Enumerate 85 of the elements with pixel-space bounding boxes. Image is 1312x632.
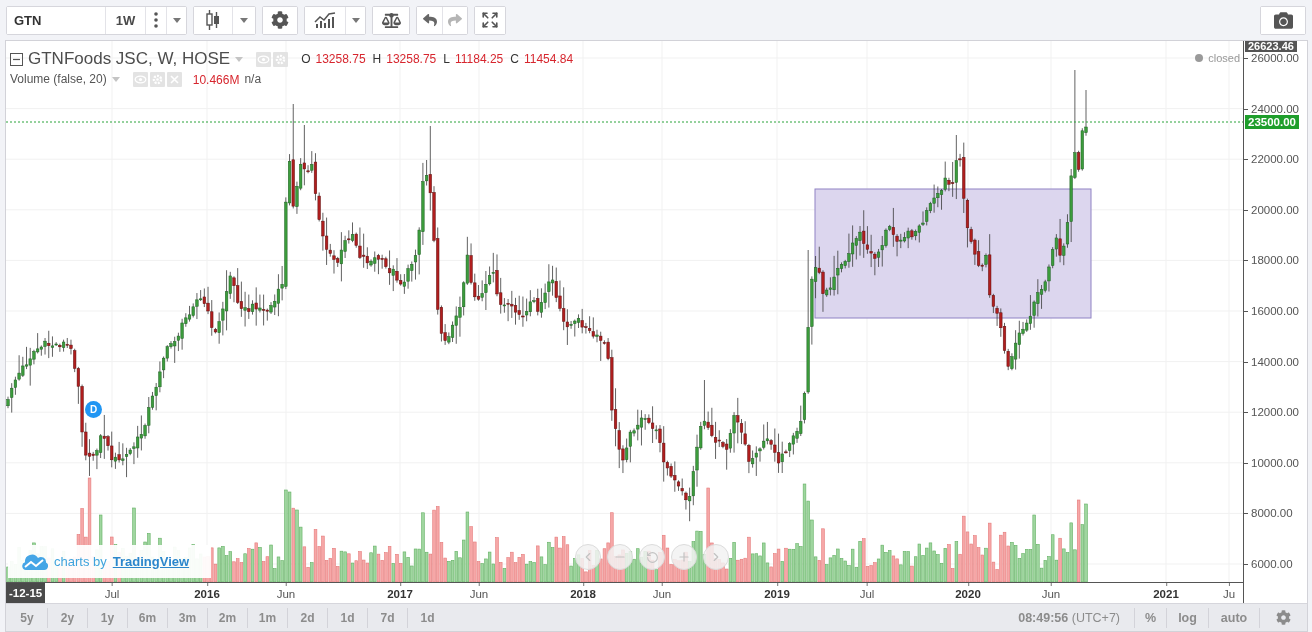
price-axis-label: 8000.00 (1244, 507, 1293, 521)
caret-icon[interactable] (111, 77, 120, 82)
price-axis-label: 26000.00 (1244, 52, 1299, 65)
redo-icon (448, 13, 462, 27)
attribution-text: charts by (54, 554, 107, 569)
range-button[interactable]: 6m (127, 607, 167, 628)
price-axis-label: 12000.00 (1244, 406, 1299, 420)
ohlc-value: 13258.75 (386, 52, 437, 66)
gear-icon (271, 11, 289, 29)
price-axis-label: 16000.00 (1244, 305, 1299, 318)
ohlc-label: L (443, 52, 450, 66)
collapse-icon[interactable] (10, 52, 23, 66)
ohlc-label: C (510, 52, 519, 66)
time-axis-label: 2017 (387, 583, 413, 601)
caret-icon[interactable] (235, 56, 244, 62)
settings-button[interactable] (263, 6, 297, 34)
price-axis-label: 14000.00 (1244, 355, 1299, 369)
high-price-label: 26623.46 (1245, 41, 1297, 52)
cursor-date-label: -12-15 (6, 583, 46, 603)
range-button[interactable]: 1m (247, 607, 287, 628)
indicator-note: n/a (244, 72, 262, 87)
scroll-left-button[interactable] (575, 544, 601, 570)
time-axis-label: Jul (104, 583, 120, 601)
scale-option-button[interactable]: % (1134, 607, 1166, 628)
caret-icon (351, 17, 360, 23)
scale-option-button[interactable]: log (1166, 607, 1208, 628)
candlestick-icon (206, 10, 220, 30)
screenshot-button[interactable] (1261, 6, 1305, 34)
price-axis-label: 22000.00 (1244, 153, 1299, 167)
range-button[interactable]: 1d (407, 607, 447, 628)
price-axis-label: 20000.00 (1244, 203, 1299, 217)
range-button[interactable]: 1y (87, 607, 127, 628)
time-axis-label: Jun (1041, 583, 1061, 601)
highlight-rectangle[interactable] (814, 188, 1092, 319)
ohlc-label: O (301, 52, 311, 66)
reset-icon (645, 550, 659, 564)
camera-icon (1273, 10, 1293, 30)
price-axis-label: 10000.00 (1244, 456, 1299, 470)
compare-button[interactable] (373, 6, 409, 34)
range-button[interactable]: 2y (47, 607, 87, 628)
ohlc-label: H (372, 52, 382, 66)
scale-option-button[interactable]: auto (1208, 607, 1259, 628)
timezone-button[interactable]: 08:49:56 (UTC+7) (1018, 607, 1134, 628)
chart-bars-icon (314, 12, 336, 28)
price-axis-label: 18000.00 (1244, 254, 1299, 268)
time-axis-label: Jun (276, 583, 296, 601)
range-button[interactable]: 5y (7, 607, 47, 628)
series-title: GTNFoods JSC, W, HOSE (28, 49, 231, 69)
time-axis-label: 2016 (194, 583, 220, 601)
range-button[interactable]: 2m (207, 607, 247, 628)
time-axis-label: 2019 (764, 583, 790, 601)
attribution-link[interactable]: TradingView (112, 554, 190, 569)
time-axis-label: Jun (652, 583, 672, 601)
market-status: closed (1208, 52, 1240, 64)
price-axis-label: 6000.00 (1244, 558, 1293, 571)
time-axis-label: 2018 (570, 583, 596, 601)
dividend-marker[interactable]: D (85, 401, 102, 418)
range-button[interactable]: 2d (287, 607, 327, 628)
price-axis-label: 24000.00 (1244, 102, 1299, 116)
wave-logo-icon[interactable] (22, 553, 48, 570)
time-axis-label: Jul (859, 583, 875, 601)
range-button[interactable]: 7d (367, 607, 407, 628)
time-axis-label: 2020 (955, 583, 981, 601)
dropdown-button[interactable] (232, 6, 255, 34)
time-axis-label: Ju (1222, 583, 1236, 601)
range-button[interactable]: 3m (167, 607, 207, 628)
ohlc-value: 11454.84 (523, 52, 574, 66)
indicator-value: 10.466M (192, 72, 240, 87)
range-button[interactable]: 1d (327, 607, 367, 628)
ohlc-value: 13258.75 (315, 52, 366, 66)
last-price-label: 23500.00 (1245, 115, 1299, 129)
expand-icon (481, 11, 499, 29)
indicator-name: Volume (false, 20) (10, 72, 107, 87)
ohlc-value: 11184.25 (455, 52, 504, 66)
status-dot-icon (1195, 54, 1204, 62)
scale-icon (381, 10, 401, 30)
caret-icon (240, 17, 248, 23)
scroll-right-button[interactable] (703, 544, 729, 570)
dropdown-button[interactable] (345, 6, 365, 34)
plus-icon (677, 550, 691, 564)
gear-icon (1276, 610, 1291, 625)
time-axis-label: 2021 (1153, 583, 1179, 601)
time-axis-label: Jun (469, 583, 489, 601)
undo-icon (422, 13, 437, 27)
fullscreen-button[interactable] (475, 6, 505, 34)
